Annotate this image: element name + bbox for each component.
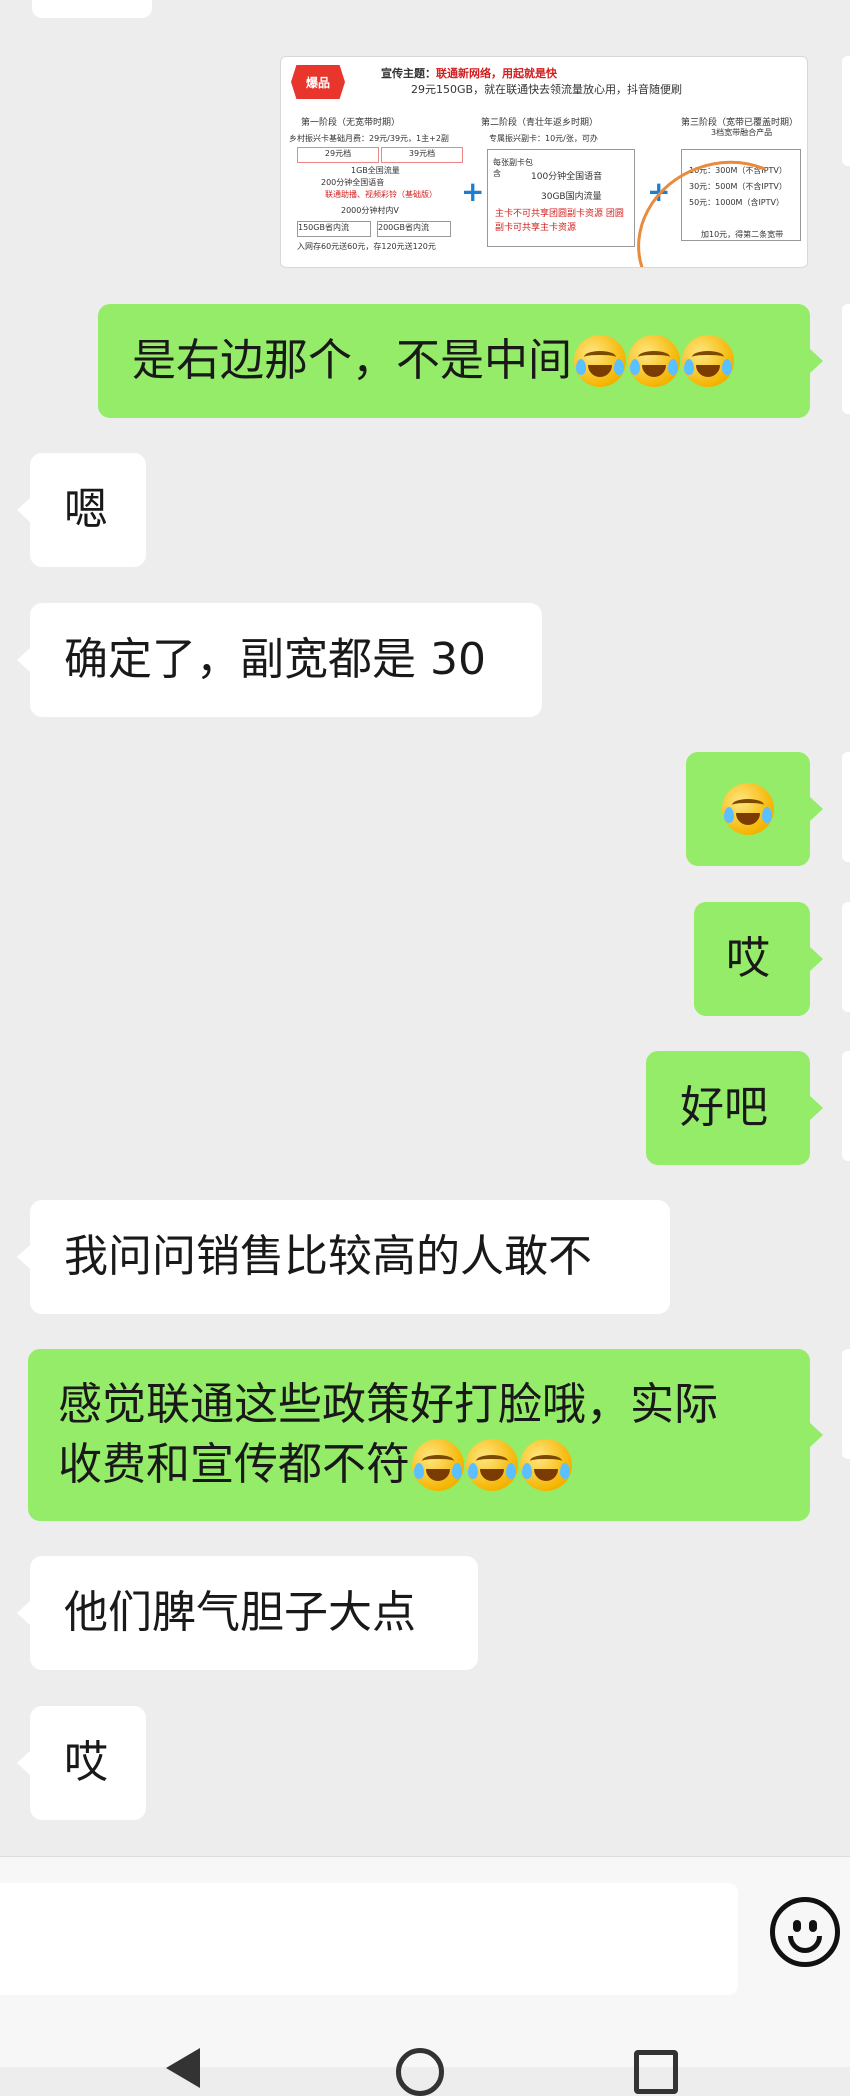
sub-note: 主卡不可共享团圆副卡资源 团圆副卡可共享主卡资源 [495, 209, 624, 233]
back-icon[interactable] [166, 2048, 200, 2088]
theme-text: 联通新网络，用起就是快 [436, 67, 557, 80]
avatar[interactable] [842, 1051, 850, 1161]
image-line1: 29元150GB，就在联通快去领流量放心用，抖音随便刷 [411, 83, 683, 96]
g150-box: 150GB省内流 [297, 221, 371, 237]
avatar[interactable] [842, 752, 850, 862]
message-text-line1: 感觉联通这些政策好打脸哦，实际 [58, 1379, 718, 1430]
message-bubble-outgoing[interactable] [686, 752, 823, 866]
avatar[interactable] [842, 1349, 850, 1459]
theme-label: 宣传主题： [381, 67, 436, 80]
loudly-crying-face-icon [412, 1439, 464, 1491]
message-text: 确定了，副宽都是 30 [64, 634, 486, 685]
message-text: 他们脾气胆子大点 [64, 1587, 416, 1638]
message-text: 嗯 [64, 484, 108, 535]
stage2-label: 第二阶段（青壮年返乡时期） [481, 118, 599, 128]
voice200: 200分钟全国语音 [321, 178, 385, 187]
stage1-label: 第一阶段（无宽带时期） [301, 118, 401, 128]
perk: 联通助播、视频彩铃（基础版） [325, 190, 437, 199]
message-text-line2: 收费和宣传都不符 [58, 1439, 410, 1490]
input-bar [0, 1856, 850, 1997]
previous-message-stub [32, 0, 152, 18]
home-icon[interactable] [396, 2048, 444, 2096]
recent-apps-icon[interactable] [634, 2050, 678, 2094]
village-minutes: 2000分钟村内V [341, 206, 399, 215]
message-bubble-incoming[interactable]: 嗯 [17, 453, 146, 567]
loudly-crying-face-icon [574, 335, 626, 387]
message-bubble-incoming[interactable]: 哎 [17, 1706, 146, 1820]
message-bubble-incoming[interactable]: 我问问销售比较高的人敢不 [17, 1200, 670, 1314]
sub-voice: 100分钟全国语音 [531, 172, 603, 182]
deposit-offer: 入网存60元送60元，存120元送120元 [297, 242, 436, 251]
loudly-crying-face-icon [520, 1439, 572, 1491]
system-nav-bar [0, 1996, 850, 2096]
plus-icon: + [461, 175, 485, 208]
flow1: 1GB全国流量 [351, 166, 400, 175]
broadband-title: 3档宽带融合产品 [711, 128, 773, 137]
loudly-crying-face-icon [466, 1439, 518, 1491]
message-bubble-outgoing[interactable]: 感觉联通这些政策好打脸哦，实际 收费和宣传都不符 [28, 1349, 823, 1521]
avatar[interactable] [842, 56, 850, 166]
message-bubble-outgoing[interactable]: 好吧 [646, 1051, 823, 1165]
fee29-box: 29元档 [297, 147, 379, 163]
rural-fee: 乡村振兴卡基础月费：29元/39元，1主+2副 [289, 134, 449, 143]
message-bubble-incoming[interactable]: 确定了，副宽都是 30 [17, 603, 542, 717]
avatar[interactable] [842, 304, 850, 414]
message-text: 哎 [726, 933, 770, 984]
sub-data: 30GB国内流量 [541, 192, 602, 202]
message-bubble-incoming[interactable]: 他们脾气胆子大点 [17, 1556, 478, 1670]
message-text: 我问问销售比较高的人敢不 [64, 1231, 592, 1282]
message-text: 是右边那个，不是中间 [132, 335, 572, 386]
message-text: 哎 [64, 1737, 108, 1788]
message-input[interactable] [0, 1883, 738, 1995]
hot-product-badge: 爆品 [291, 65, 345, 99]
sub-label: 每张副卡包含 [493, 158, 533, 178]
sub-card-fee: 专属振兴副卡：10元/张，可办 [489, 134, 598, 143]
g200-box: 200GB省内流 [377, 221, 451, 237]
loudly-crying-face-icon [682, 335, 734, 387]
loudly-crying-face-icon [722, 783, 774, 835]
chat-area[interactable]: 爆品 宣传主题：联通新网络，用起就是快 29元150GB，就在联通快去领流量放心… [0, 0, 850, 1856]
fee39-box: 39元档 [381, 147, 463, 163]
avatar[interactable] [842, 902, 850, 1012]
message-text: 好吧 [680, 1082, 768, 1133]
emoji-picker-icon[interactable] [770, 1897, 840, 1967]
message-bubble-outgoing[interactable]: 哎 [694, 902, 823, 1016]
image-message[interactable]: 爆品 宣传主题：联通新网络，用起就是快 29元150GB，就在联通快去领流量放心… [280, 56, 808, 268]
message-bubble-outgoing[interactable]: 是右边那个，不是中间 [98, 304, 823, 418]
loudly-crying-face-icon [628, 335, 680, 387]
